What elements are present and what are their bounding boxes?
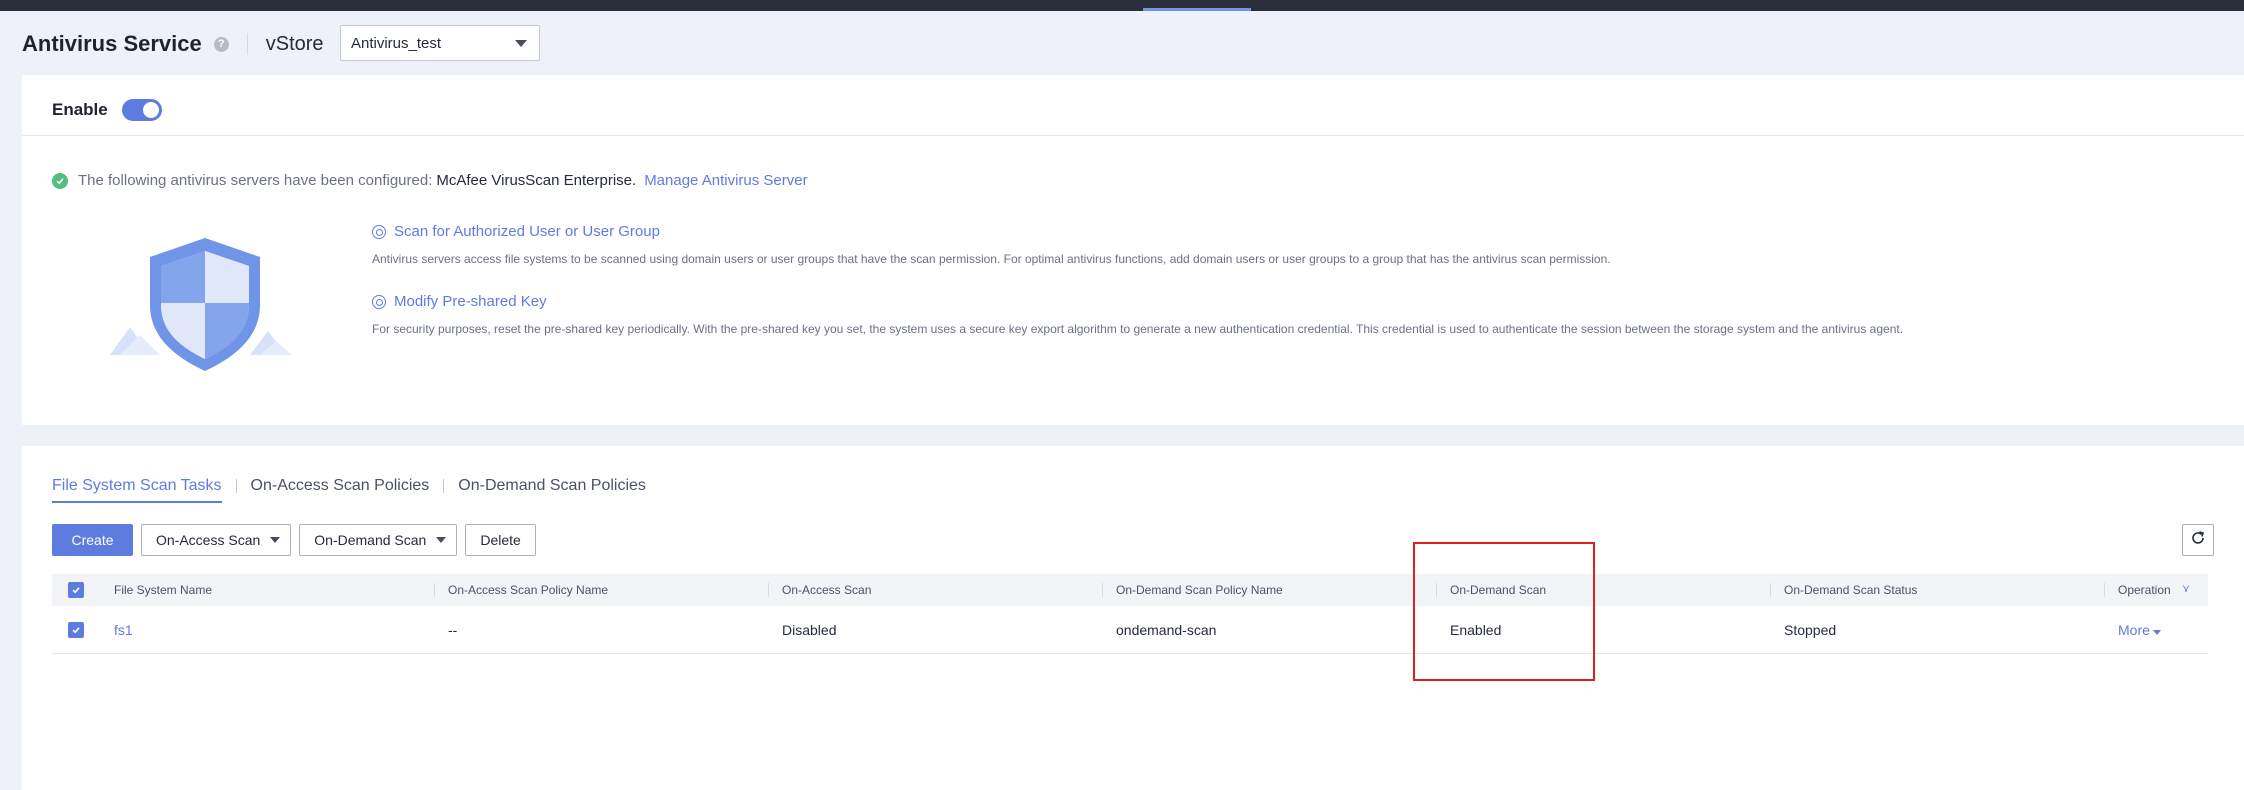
column-header[interactable]: On-Access Scan <box>768 574 1102 606</box>
active-nav-indicator <box>1143 8 1251 11</box>
create-button[interactable]: Create <box>52 524 133 556</box>
tip-title: Scan for Authorized User or User Group <box>394 223 660 240</box>
tip-description: For security purposes, reset the pre-sha… <box>372 322 1904 336</box>
check-circle-icon <box>52 172 68 189</box>
more-menu[interactable]: More <box>2118 622 2161 638</box>
cell-on-access-scan: Disabled <box>782 621 837 638</box>
column-header[interactable]: File System Name <box>100 574 434 606</box>
toggle-knob <box>142 102 159 118</box>
cell-on-demand-status: Stopped <box>1784 621 1837 638</box>
on-access-scan-dropdown[interactable]: On-Access Scan <box>141 524 292 556</box>
tip-title: Modify Pre-shared Key <box>394 293 547 310</box>
chevron-double-down-icon[interactable]: ⋎ <box>2182 582 2190 595</box>
tab-bar: File System Scan Tasks On-Access Scan Po… <box>52 474 646 504</box>
vstore-select[interactable]: Antivirus_test <box>340 25 540 61</box>
scan-tasks-card: File System Scan Tasks On-Access Scan Po… <box>22 446 2244 790</box>
row-checkbox[interactable] <box>68 621 84 638</box>
question-icon[interactable]: ? <box>213 36 229 52</box>
file-system-link[interactable]: fs1 <box>114 622 133 638</box>
cell-operation: More <box>2104 606 2194 653</box>
chevron-down-icon <box>515 40 527 47</box>
refresh-button[interactable] <box>2182 524 2214 556</box>
page-title: Antivirus Service <box>22 31 202 56</box>
select-all-checkbox[interactable] <box>68 582 84 598</box>
vstore-selected-value: Antivirus_test <box>351 34 442 52</box>
info-text: The following antivirus servers have bee… <box>78 172 433 189</box>
tip-preshared-key: Modify Pre-shared Key For security purpo… <box>372 293 1903 336</box>
shield-icon <box>110 235 300 375</box>
tip-authorized-user: Scan for Authorized User or User Group A… <box>372 223 1611 266</box>
column-header[interactable]: On-Demand Scan <box>1436 574 1770 606</box>
cell-on-access-policy: -- <box>448 621 458 638</box>
antivirus-config-card: Enable The following antivirus servers h… <box>22 75 2244 425</box>
enable-row: Enable <box>52 95 162 125</box>
select-all-checkbox-cell <box>52 574 100 606</box>
manage-antivirus-server-link[interactable]: Manage Antivirus Server <box>644 172 807 189</box>
tab-on-access-scan-policies[interactable]: On-Access Scan Policies <box>251 477 430 501</box>
divider <box>22 135 2244 136</box>
modify-preshared-key-link[interactable]: Modify Pre-shared Key <box>372 293 1903 310</box>
tab-divider <box>235 479 237 493</box>
header-divider <box>246 33 248 55</box>
dropdown-label: On-Demand Scan <box>314 532 427 548</box>
enable-label: Enable <box>52 100 108 119</box>
column-header[interactable]: On-Demand Scan Status <box>1770 574 2104 606</box>
configured-servers-info: The following antivirus servers have bee… <box>52 172 808 189</box>
cell-on-demand-policy: ondemand-scan <box>1116 621 1217 638</box>
column-header[interactable]: On-Access Scan Policy Name <box>434 574 768 606</box>
table-row[interactable]: fs1 -- Disabled ondemand-scan Enabled St… <box>52 606 2208 654</box>
tip-icon <box>372 294 386 309</box>
column-header-label: Operation <box>2118 583 2171 597</box>
scan-tasks-table: File System Name On-Access Scan Policy N… <box>52 574 2208 654</box>
chevron-down-icon <box>270 537 281 543</box>
table-header: File System Name On-Access Scan Policy N… <box>52 574 2208 606</box>
on-demand-scan-dropdown[interactable]: On-Demand Scan <box>299 524 458 556</box>
tab-file-system-scan-tasks[interactable]: File System Scan Tasks <box>52 477 222 503</box>
cell-on-demand-scan: Enabled <box>1450 621 1502 638</box>
scan-authorized-user-link[interactable]: Scan for Authorized User or User Group <box>372 223 1611 240</box>
server-name: McAfee VirusScan Enterprise. <box>436 172 637 189</box>
top-nav-bar <box>0 0 2244 11</box>
refresh-icon <box>2190 530 2206 551</box>
column-header[interactable]: On-Demand Scan Policy Name <box>1102 574 1436 606</box>
tab-on-demand-scan-policies[interactable]: On-Demand Scan Policies <box>458 477 646 501</box>
row-checkbox-cell <box>52 606 100 653</box>
dropdown-label: On-Access Scan <box>156 532 261 548</box>
page-header: Antivirus Service ? vStore Antivirus_tes… <box>22 25 540 62</box>
tab-divider <box>443 479 445 493</box>
tip-icon <box>372 224 386 239</box>
cell-file-system-name: fs1 <box>100 606 434 653</box>
delete-button[interactable]: Delete <box>465 524 536 556</box>
tip-description: Antivirus servers access file systems to… <box>372 252 1611 266</box>
column-header-operation: Operation ⋎ <box>2104 574 2194 606</box>
more-label: More <box>2118 621 2150 638</box>
vstore-label: vStore <box>265 32 324 55</box>
chevron-down-icon <box>2152 629 2161 635</box>
toolbar: Create On-Access Scan On-Demand Scan Del… <box>52 524 544 556</box>
enable-toggle[interactable] <box>121 99 162 121</box>
chevron-down-icon <box>436 537 447 543</box>
